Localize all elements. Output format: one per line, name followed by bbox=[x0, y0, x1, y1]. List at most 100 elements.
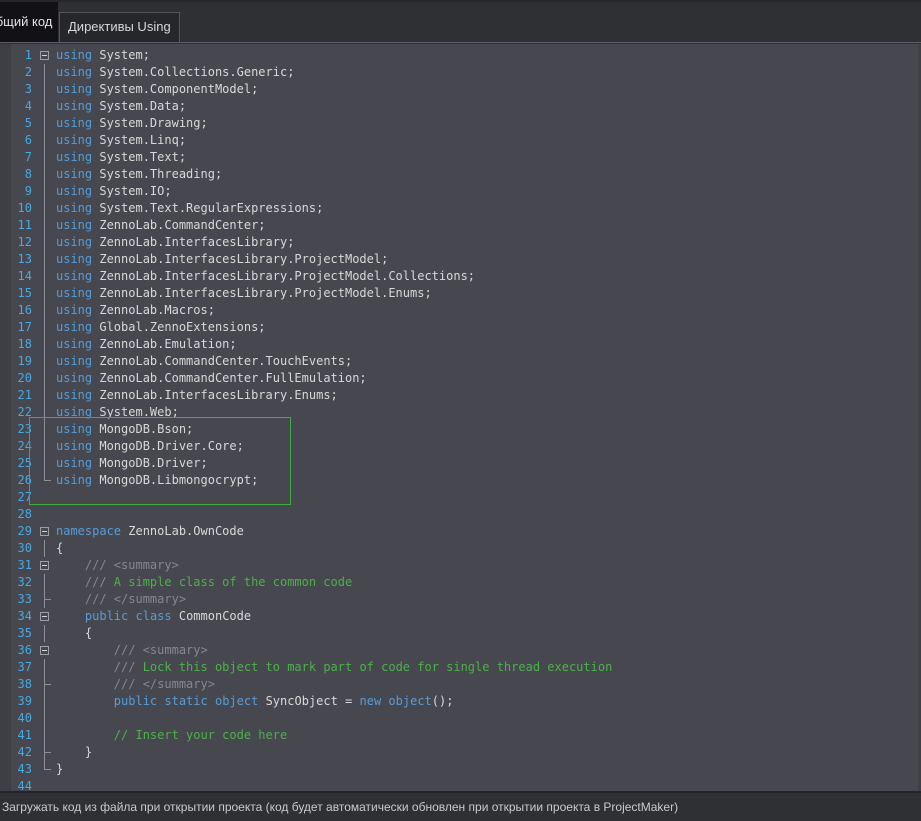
fold-toggle-icon[interactable] bbox=[38, 557, 52, 574]
line-number: 37 bbox=[0, 659, 38, 676]
line-number: 41 bbox=[0, 727, 38, 744]
fold-toggle-icon[interactable] bbox=[38, 608, 52, 625]
line-number: 36 bbox=[0, 642, 38, 659]
fold-guide bbox=[38, 81, 52, 98]
code-text: using MongoDB.Driver; bbox=[52, 455, 208, 472]
fold-guide bbox=[38, 319, 52, 336]
code-line[interactable]: 2using System.Collections.Generic; bbox=[0, 64, 918, 81]
fold-guide bbox=[38, 404, 52, 421]
code-line[interactable]: 16using ZennoLab.Macros; bbox=[0, 302, 918, 319]
code-line[interactable]: 26using MongoDB.Libmongocrypt; bbox=[0, 472, 918, 489]
line-number: 9 bbox=[0, 183, 38, 200]
code-line[interactable]: 20using ZennoLab.CommandCenter.FullEmula… bbox=[0, 370, 918, 387]
fold-guide bbox=[38, 183, 52, 200]
line-number: 15 bbox=[0, 285, 38, 302]
line-number: 42 bbox=[0, 744, 38, 761]
code-line[interactable]: 10 using System.Text.RegularExpressions; bbox=[0, 200, 918, 217]
fold-guide bbox=[38, 744, 52, 761]
code-text bbox=[52, 778, 56, 791]
code-text: using ZennoLab.InterfacesLibrary; bbox=[52, 234, 294, 251]
code-line[interactable]: 9using System.IO; bbox=[0, 183, 918, 200]
code-line[interactable]: 6using System.Linq; bbox=[0, 132, 918, 149]
code-line[interactable]: 34 public class CommonCode bbox=[0, 608, 918, 625]
code-line[interactable]: 43} bbox=[0, 761, 918, 778]
code-text: using MongoDB.Driver.Core; bbox=[52, 438, 244, 455]
line-number: 40 bbox=[0, 710, 38, 727]
line-number: 23 bbox=[0, 421, 38, 438]
code-text: /// A simple class of the common code bbox=[52, 574, 352, 591]
code-text bbox=[52, 506, 56, 523]
code-line[interactable]: 17using Global.ZennoExtensions; bbox=[0, 319, 918, 336]
line-number: 14 bbox=[0, 268, 38, 285]
code-line[interactable]: 44 bbox=[0, 778, 918, 791]
fold-toggle-icon[interactable] bbox=[38, 642, 52, 659]
code-line[interactable]: 37 /// Lock this object to mark part of … bbox=[0, 659, 918, 676]
code-line[interactable]: 14using ZennoLab.InterfacesLibrary.Proje… bbox=[0, 268, 918, 285]
code-line[interactable]: 15using ZennoLab.InterfacesLibrary.Proje… bbox=[0, 285, 918, 302]
line-number: 10 bbox=[0, 200, 38, 217]
fold-guide bbox=[38, 778, 52, 791]
code-line[interactable]: 38 /// </summary> bbox=[0, 676, 918, 693]
fold-guide bbox=[38, 115, 52, 132]
line-number: 12 bbox=[0, 234, 38, 251]
code-line[interactable]: 36 /// <summary> bbox=[0, 642, 918, 659]
code-text: using System.Threading; bbox=[52, 166, 222, 183]
line-number: 25 bbox=[0, 455, 38, 472]
fold-guide bbox=[38, 268, 52, 285]
code-line[interactable]: 22using System.Web; bbox=[0, 404, 918, 421]
code-text: using System.Drawing; bbox=[52, 115, 208, 132]
code-line[interactable]: 3using System.ComponentModel; bbox=[0, 81, 918, 98]
code-line[interactable]: 18using ZennoLab.Emulation; bbox=[0, 336, 918, 353]
code-line[interactable]: 19using ZennoLab.CommandCenter.TouchEven… bbox=[0, 353, 918, 370]
line-number: 30 bbox=[0, 540, 38, 557]
code-line[interactable]: 28 bbox=[0, 506, 918, 523]
line-number: 5 bbox=[0, 115, 38, 132]
fold-toggle-icon[interactable] bbox=[38, 523, 52, 540]
code-line[interactable]: 27 bbox=[0, 489, 918, 506]
code-line[interactable]: 29namespace ZennoLab.OwnCode bbox=[0, 523, 918, 540]
code-line[interactable]: 30{ bbox=[0, 540, 918, 557]
fold-guide bbox=[38, 336, 52, 353]
code-editor[interactable]: 1using System;2using System.Collections.… bbox=[0, 44, 921, 791]
tab-common-code[interactable]: Общий код bbox=[0, 2, 58, 42]
fold-guide bbox=[38, 506, 52, 523]
fold-guide bbox=[38, 285, 52, 302]
code-text: using System.ComponentModel; bbox=[52, 81, 258, 98]
code-line[interactable]: 21using ZennoLab.InterfacesLibrary.Enums… bbox=[0, 387, 918, 404]
fold-guide bbox=[38, 574, 52, 591]
code-line[interactable]: 40 bbox=[0, 710, 918, 727]
code-line[interactable]: 5 using System.Drawing; bbox=[0, 115, 918, 132]
code-text: using ZennoLab.InterfacesLibrary.Project… bbox=[52, 251, 388, 268]
code-text: /// </summary> bbox=[52, 676, 215, 693]
code-text: using Global.ZennoExtensions; bbox=[52, 319, 266, 336]
code-line[interactable]: 23using MongoDB.Bson; bbox=[0, 421, 918, 438]
fold-guide bbox=[38, 200, 52, 217]
line-number: 11 bbox=[0, 217, 38, 234]
fold-guide bbox=[38, 438, 52, 455]
code-line[interactable]: 35 { bbox=[0, 625, 918, 642]
fold-guide bbox=[38, 489, 52, 506]
code-line[interactable]: 25 using MongoDB.Driver; bbox=[0, 455, 918, 472]
code-line[interactable]: 32 /// A simple class of the common code bbox=[0, 574, 918, 591]
code-line[interactable]: 41 // Insert your code here bbox=[0, 727, 918, 744]
code-line[interactable]: 33 /// </summary> bbox=[0, 591, 918, 608]
line-number: 18 bbox=[0, 336, 38, 353]
status-text: Загружать код из файла при открытии прое… bbox=[0, 800, 678, 814]
line-number: 20 bbox=[0, 370, 38, 387]
line-number: 8 bbox=[0, 166, 38, 183]
code-line[interactable]: 11using ZennoLab.CommandCenter; bbox=[0, 217, 918, 234]
code-line[interactable]: 13using ZennoLab.InterfacesLibrary.Proje… bbox=[0, 251, 918, 268]
code-line[interactable]: 4using System.Data; bbox=[0, 98, 918, 115]
code-line[interactable]: 31 /// <summary> bbox=[0, 557, 918, 574]
code-line[interactable]: 39 public static object SyncObject = new… bbox=[0, 693, 918, 710]
fold-guide bbox=[38, 353, 52, 370]
tab-using-directives[interactable]: Директивы Using bbox=[59, 12, 180, 42]
code-line[interactable]: 12 using ZennoLab.InterfacesLibrary; bbox=[0, 234, 918, 251]
code-line[interactable]: 8 using System.Threading; bbox=[0, 166, 918, 183]
code-line[interactable]: 24using MongoDB.Driver.Core; bbox=[0, 438, 918, 455]
fold-toggle-icon[interactable] bbox=[38, 47, 52, 64]
code-line[interactable]: 42 } bbox=[0, 744, 918, 761]
code-text: using System.Text.RegularExpressions; bbox=[52, 200, 323, 217]
code-line[interactable]: 1using System; bbox=[0, 47, 918, 64]
code-line[interactable]: 7using System.Text; bbox=[0, 149, 918, 166]
